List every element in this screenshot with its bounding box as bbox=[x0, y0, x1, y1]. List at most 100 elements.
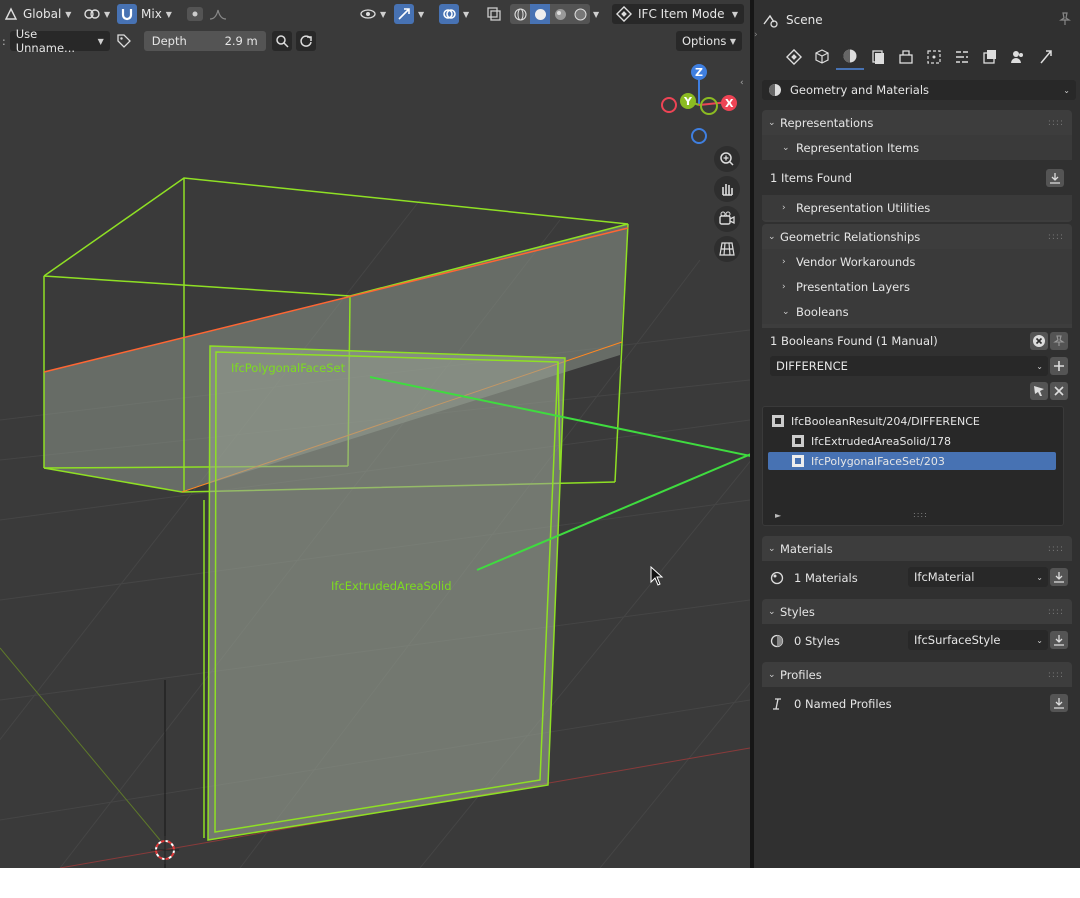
context-dropdown[interactable]: Geometry and Materials ⌄ bbox=[762, 80, 1076, 100]
styles-header[interactable]: ⌄ Styles :::: bbox=[762, 599, 1072, 624]
tab-services[interactable] bbox=[892, 44, 920, 70]
download-icon bbox=[1054, 635, 1064, 646]
import-button[interactable] bbox=[1046, 168, 1064, 187]
representation-items-header[interactable]: ⌄ Representation Items bbox=[762, 135, 1072, 160]
snap-toggle-button[interactable] bbox=[117, 4, 137, 24]
tree-item-boolean-result[interactable]: IfcBooleanResult/204/DIFFERENCE bbox=[771, 412, 1061, 430]
material-shading-button[interactable] bbox=[550, 4, 570, 24]
svg-text:X: X bbox=[725, 97, 734, 110]
ifc-mode-dropdown[interactable]: IFC Item Mode ▼ bbox=[612, 4, 744, 24]
perspective-toggle-button[interactable] bbox=[714, 236, 740, 262]
chevron-down-icon: ▼ bbox=[65, 9, 72, 19]
wireframe-shading-button[interactable] bbox=[510, 4, 530, 24]
rendered-shading-button[interactable] bbox=[570, 4, 590, 24]
chevron-down-icon: ⌄ bbox=[1063, 85, 1070, 95]
magnet-icon bbox=[121, 9, 133, 21]
tab-geometry[interactable] bbox=[836, 44, 864, 70]
presentation-layers-header[interactable]: › Presentation Layers bbox=[762, 274, 1072, 299]
drag-handle-icon[interactable]: :::: bbox=[1048, 118, 1064, 128]
tag-button[interactable] bbox=[114, 31, 134, 51]
tool-settings-bar: : Use Unname... ▼ Depth 2.9 m bbox=[0, 27, 316, 55]
tab-structural[interactable] bbox=[920, 44, 948, 70]
material-type-dropdown[interactable]: IfcMaterial ⌄ bbox=[908, 567, 1048, 587]
svg-text:Y: Y bbox=[683, 95, 693, 108]
materials-header[interactable]: ⌄ Materials :::: bbox=[762, 536, 1072, 561]
material-import-button[interactable] bbox=[1050, 568, 1068, 586]
services-icon bbox=[899, 50, 913, 64]
chevron-down-icon: ▼ bbox=[729, 36, 736, 46]
tab-drawings[interactable] bbox=[864, 44, 892, 70]
representations-header[interactable]: ⌄ Representations :::: bbox=[762, 110, 1072, 135]
list-resize-handle-icon[interactable]: :::: bbox=[913, 510, 928, 519]
ifc-tabs bbox=[762, 44, 1072, 70]
tab-object[interactable] bbox=[808, 44, 836, 70]
depth-field[interactable]: Depth 2.9 m bbox=[143, 31, 266, 51]
tab-schedule[interactable] bbox=[948, 44, 976, 70]
chevron-down-icon: ▼ bbox=[593, 9, 600, 19]
rendered-sphere-icon bbox=[574, 8, 586, 20]
chevron-down-icon: ⌄ bbox=[768, 117, 776, 128]
style-import-button[interactable] bbox=[1050, 631, 1068, 649]
object-filter-dropdown[interactable]: Use Unname... ▼ bbox=[9, 27, 110, 55]
chevron-down-icon: ⌄ bbox=[782, 306, 790, 317]
chevron-down-icon: ⌄ bbox=[768, 231, 776, 242]
chevron-down-icon: ▼ bbox=[165, 9, 172, 19]
expand-list-icon[interactable]: ► bbox=[775, 511, 781, 520]
materials-row: 1 Materials IfcMaterial ⌄ bbox=[762, 561, 1072, 594]
xray-button[interactable] bbox=[484, 4, 504, 24]
scene-canvas[interactable]: IfcPolygonalFaceSet IfcExtrudedAreaSolid… bbox=[0, 0, 750, 868]
overlay-icon bbox=[443, 9, 456, 19]
add-boolean-button[interactable] bbox=[1050, 357, 1068, 375]
refresh-button[interactable] bbox=[295, 31, 316, 51]
search-button[interactable] bbox=[271, 31, 292, 51]
drag-handle-icon[interactable]: :::: bbox=[1048, 544, 1064, 554]
vendor-workarounds-header[interactable]: › Vendor Workarounds bbox=[762, 249, 1072, 274]
camera-view-button[interactable] bbox=[714, 206, 740, 232]
snap-target-dropdown[interactable]: ▼ bbox=[84, 4, 110, 24]
overlay-dropdown[interactable]: ▼ bbox=[439, 4, 469, 24]
gizmo-toggle-button[interactable] bbox=[394, 4, 414, 24]
visibility-dropdown[interactable]: ▼ bbox=[360, 4, 386, 24]
chevron-down-icon: ⌄ bbox=[768, 543, 776, 554]
pan-button[interactable] bbox=[714, 176, 740, 202]
sidebar-toggle-icon[interactable]: ‹ bbox=[740, 78, 744, 88]
orientation-dropdown[interactable]: Global ▼ bbox=[4, 4, 71, 24]
booleans-header[interactable]: ⌄ Booleans bbox=[762, 299, 1072, 324]
shading-options-dropdown[interactable]: ▼ bbox=[589, 4, 599, 24]
close-boolean-button[interactable] bbox=[1050, 382, 1068, 400]
drag-handle-icon[interactable]: :::: bbox=[1048, 607, 1064, 617]
tab-cost[interactable] bbox=[976, 44, 1004, 70]
tab-facility[interactable] bbox=[1004, 44, 1032, 70]
profiles-header[interactable]: ⌄ Profiles :::: bbox=[762, 662, 1072, 687]
select-boolean-button[interactable] bbox=[1030, 382, 1048, 400]
overlay-toggle-button[interactable] bbox=[439, 4, 459, 24]
proportional-edit-button[interactable] bbox=[186, 4, 238, 24]
options-dropdown[interactable]: Options ▼ bbox=[676, 31, 742, 51]
shading-modes bbox=[510, 4, 590, 24]
tree-item-polygonal-faceset[interactable]: IfcPolygonalFaceSet/203 bbox=[768, 452, 1056, 470]
zoom-button[interactable] bbox=[714, 146, 740, 172]
3d-viewport[interactable]: IfcPolygonalFaceSet IfcExtrudedAreaSolid… bbox=[0, 0, 750, 868]
boolean-operator-dropdown[interactable]: DIFFERENCE ⌄ bbox=[770, 356, 1048, 376]
remove-boolean-button[interactable] bbox=[1030, 332, 1048, 350]
profile-import-button[interactable] bbox=[1050, 694, 1068, 712]
panel-collapse-icon[interactable]: › bbox=[754, 30, 758, 40]
viewport-header: Global ▼ ▼ Mix ▼ ▼ ▼ ▼ ▼ IFC Item Mode ▼ bbox=[0, 0, 750, 28]
style-type-dropdown[interactable]: IfcSurfaceStyle ⌄ bbox=[908, 630, 1048, 650]
representation-utilities-header[interactable]: › Representation Utilities bbox=[762, 195, 1072, 220]
tab-quality[interactable] bbox=[1032, 44, 1060, 70]
solid-shading-button[interactable] bbox=[530, 4, 550, 24]
cursor-select-icon bbox=[1034, 386, 1044, 396]
close-circle-icon bbox=[1033, 335, 1045, 347]
gizmo-dropdown[interactable]: ▼ bbox=[394, 4, 424, 24]
pin-boolean-button[interactable] bbox=[1050, 332, 1068, 350]
pin-icon[interactable] bbox=[1058, 12, 1072, 26]
drag-handle-icon[interactable]: :::: bbox=[1048, 232, 1064, 242]
pivot-mode-dropdown[interactable]: Mix ▼ bbox=[141, 4, 172, 24]
navigation-gizmo: Z X Y bbox=[661, 64, 737, 144]
geometric-relationships-header[interactable]: ⌄ Geometric Relationships :::: bbox=[762, 224, 1072, 249]
tree-item-extruded-solid[interactable]: IfcExtrudedAreaSolid/178 bbox=[791, 432, 1053, 450]
chevron-down-icon: ▼ bbox=[380, 9, 387, 19]
drag-handle-icon[interactable]: :::: bbox=[1048, 670, 1064, 680]
tab-project[interactable] bbox=[780, 44, 808, 70]
